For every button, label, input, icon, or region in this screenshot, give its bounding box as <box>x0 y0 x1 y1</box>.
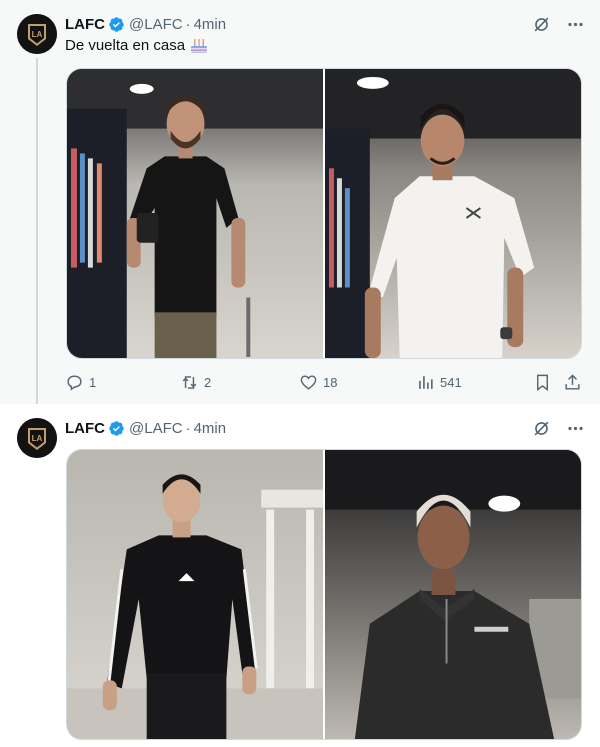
more-dots-icon <box>567 22 583 26</box>
photo-player-black-sweatshirt[interactable] <box>67 450 323 739</box>
like-count: 18 <box>323 374 338 390</box>
grok-icon <box>534 17 548 31</box>
repost-button[interactable]: 2 <box>180 369 211 395</box>
tweet-1[interactable]: LA LAFC @LAFC · 4min De vuelta en casa 1… <box>0 0 600 404</box>
author-name[interactable]: LAFC <box>65 16 105 33</box>
tweet-top-actions <box>530 13 586 35</box>
reply-button[interactable]: 1 <box>65 369 96 395</box>
more-dots-icon <box>567 426 583 430</box>
views-chart-icon <box>419 375 433 389</box>
tweet-text-content: De vuelta en casa <box>65 37 186 54</box>
photo-player-grey-halfzip[interactable] <box>325 450 581 739</box>
lafc-logo-icon: LA <box>17 418 57 458</box>
tweet-2[interactable]: LA LAFC @LAFC · 4min <box>0 404 600 747</box>
author-handle[interactable]: @LAFC <box>129 16 183 33</box>
tweet-header: LAFC @LAFC · 4min <box>65 418 226 438</box>
share-button[interactable] <box>563 369 582 395</box>
tweet-timestamp[interactable]: 4min <box>194 420 227 437</box>
repost-icon <box>182 375 197 389</box>
lafc-logo-icon: LA <box>17 14 57 54</box>
photo-player-white-tshirt-image <box>325 69 581 358</box>
thread-line <box>36 58 38 404</box>
author-handle[interactable]: @LAFC <box>129 420 183 437</box>
tweet-media-grid <box>66 68 582 359</box>
photo-player-grey-halfzip-image <box>325 450 581 739</box>
more-options-button[interactable] <box>564 417 586 439</box>
heart-icon <box>300 374 317 390</box>
tweet-actions-bar: 1 2 18 541 <box>65 369 585 395</box>
like-button[interactable]: 18 <box>299 369 337 395</box>
grok-button[interactable] <box>530 13 552 35</box>
tweet-header: LAFC @LAFC · 4min <box>65 14 226 34</box>
birthday-cake-icon <box>191 38 208 53</box>
separator-dot: · <box>185 15 191 33</box>
views-button[interactable]: 541 <box>416 369 462 395</box>
bookmark-button[interactable] <box>533 369 552 395</box>
reply-count: 1 <box>89 374 97 390</box>
bookmark-icon <box>537 374 548 391</box>
photo-player-black-sweatshirt-image <box>67 450 323 739</box>
avatar[interactable]: LA <box>17 14 57 54</box>
photo-player-white-tshirt[interactable] <box>325 69 581 358</box>
verified-badge-icon <box>109 420 124 436</box>
tweet-media-grid <box>66 449 582 740</box>
svg-text:LA: LA <box>32 434 43 443</box>
more-options-button[interactable] <box>564 13 586 35</box>
tweet-top-actions <box>530 417 586 439</box>
photo-player-black-tshirt[interactable] <box>67 69 323 358</box>
reply-icon <box>67 374 82 391</box>
share-icon <box>565 373 580 390</box>
tweet-text: De vuelta en casa <box>65 37 208 54</box>
views-count: 541 <box>440 374 462 390</box>
photo-player-black-tshirt-image <box>67 69 323 358</box>
repost-count: 2 <box>204 374 212 390</box>
author-name[interactable]: LAFC <box>65 420 105 437</box>
tweet-timestamp[interactable]: 4min <box>194 16 227 33</box>
grok-button[interactable] <box>530 417 552 439</box>
verified-badge-icon <box>109 16 124 32</box>
avatar[interactable]: LA <box>17 418 57 458</box>
grok-icon <box>534 421 548 435</box>
separator-dot: · <box>185 419 191 437</box>
svg-text:LA: LA <box>32 30 43 39</box>
